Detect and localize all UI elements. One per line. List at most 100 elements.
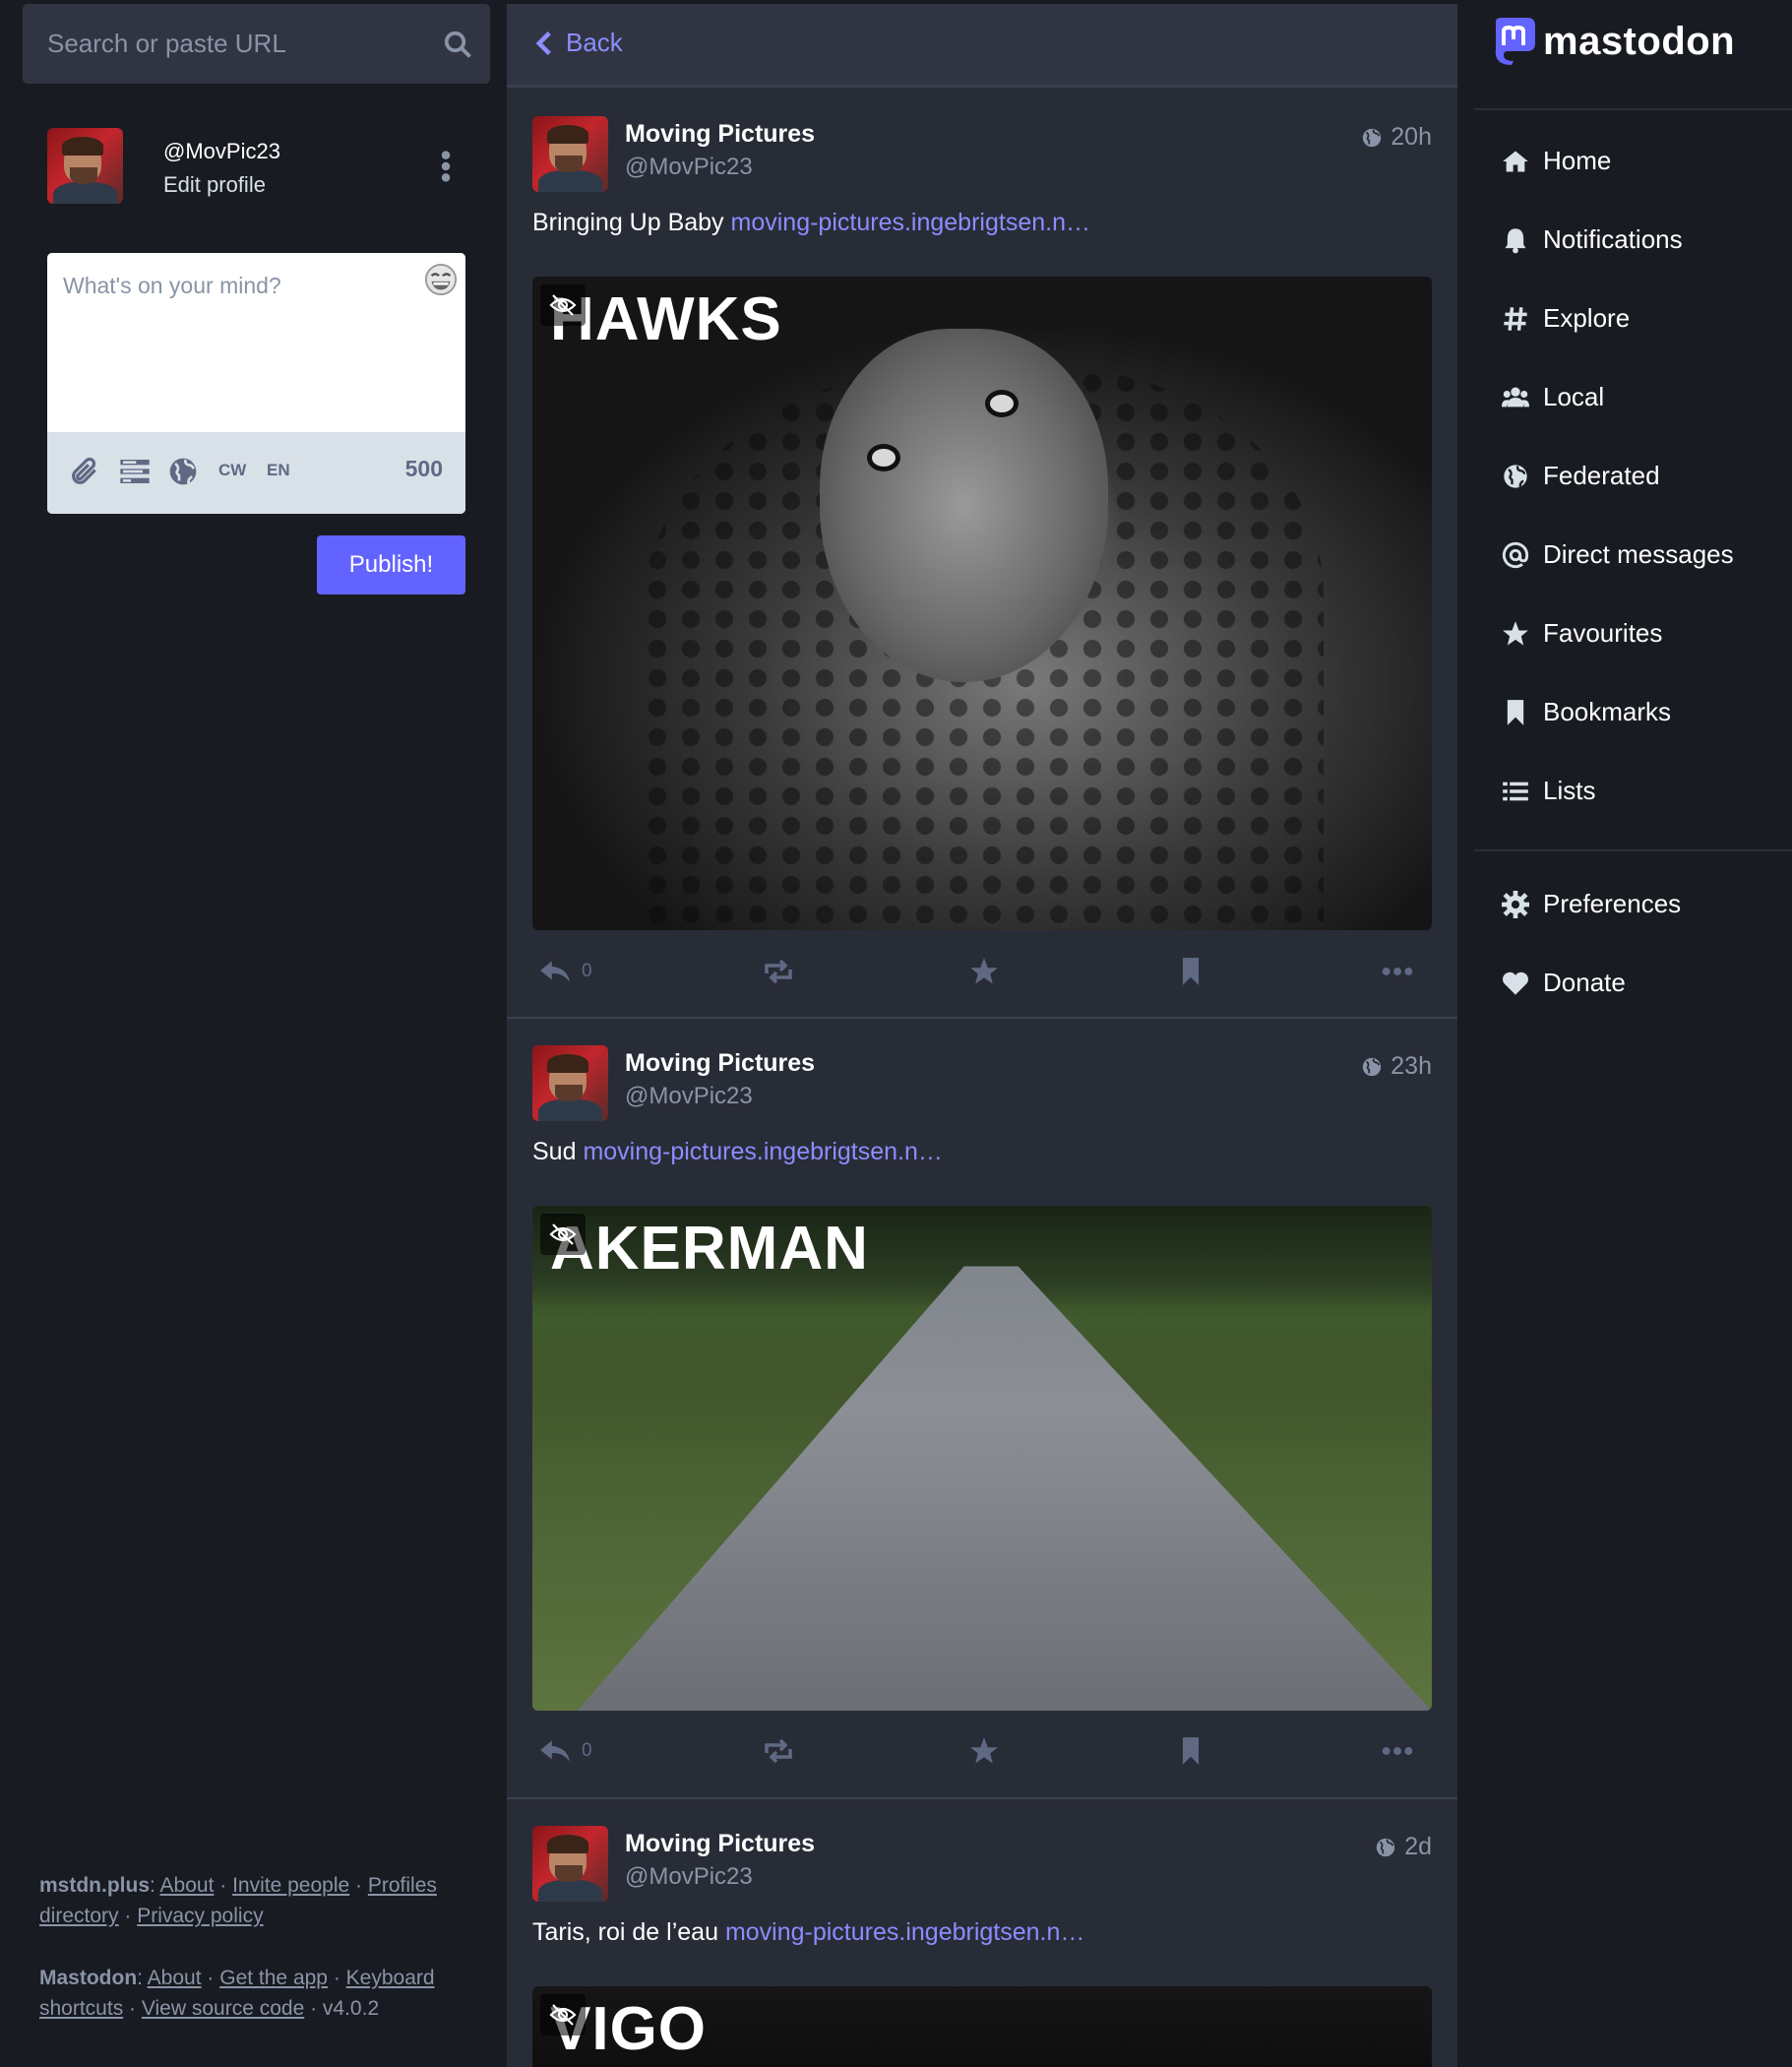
- status-link[interactable]: moving-pictures.ingebrigtsen.n…: [725, 1918, 1084, 1946]
- current-user: @MovPic23 Edit profile: [47, 128, 470, 207]
- hide-media-button[interactable]: [540, 1994, 586, 2036]
- more-button[interactable]: [1381, 952, 1414, 991]
- user-handle[interactable]: @MovPic23: [163, 139, 280, 164]
- get-the-app-link[interactable]: Get the app: [219, 1967, 328, 1989]
- compose-form: CW EN 500: [47, 253, 465, 514]
- nav-federated[interactable]: Federated: [1502, 461, 1660, 491]
- bell-icon: [1505, 227, 1526, 253]
- eye-slash-icon: [549, 2004, 577, 2026]
- image-detail: [867, 444, 900, 471]
- globe-icon: [1363, 128, 1382, 147]
- boost-button[interactable]: [762, 1731, 795, 1771]
- globe-icon[interactable]: [167, 456, 199, 487]
- mastodon-logo-icon: [1495, 18, 1535, 65]
- status-text: Sud: [532, 1138, 577, 1165]
- bookmark-button[interactable]: [1174, 1731, 1207, 1771]
- star-icon: [1503, 620, 1528, 646]
- avatar[interactable]: [532, 1045, 608, 1121]
- hide-media-button[interactable]: [540, 1214, 586, 1255]
- globe-icon: [1377, 1838, 1395, 1856]
- status-text: Bringing Up Baby: [532, 209, 724, 236]
- bookmark-button[interactable]: [1174, 952, 1207, 991]
- display-name[interactable]: Moving Pictures: [625, 1049, 815, 1078]
- nav-direct-messages[interactable]: Direct messages: [1502, 539, 1734, 570]
- favourite-button[interactable]: [967, 952, 1001, 991]
- language-selector[interactable]: EN: [267, 461, 290, 480]
- bookmark-icon: [1507, 699, 1524, 725]
- avatar[interactable]: [532, 116, 608, 192]
- nav-bookmarks[interactable]: Bookmarks: [1502, 697, 1671, 727]
- boost-button[interactable]: [762, 952, 795, 991]
- status-content: Sud moving-pictures.ingebrigtsen.n…: [532, 1138, 943, 1166]
- nav-favourites[interactable]: Favourites: [1502, 618, 1662, 649]
- publish-button[interactable]: Publish!: [317, 535, 465, 595]
- nav-label: Direct messages: [1543, 539, 1734, 569]
- search-icon[interactable]: [443, 30, 472, 59]
- status-post[interactable]: Moving Pictures @MovPic23 23h Sud moving…: [507, 1019, 1457, 1799]
- more-button[interactable]: [1381, 1731, 1414, 1771]
- divider: [1474, 108, 1792, 110]
- mastodon-logo[interactable]: mastodon: [1490, 16, 1735, 67]
- privacy-policy-link[interactable]: Privacy policy: [137, 1905, 263, 1927]
- time-label: 2d: [1404, 1833, 1432, 1860]
- search-input[interactable]: [23, 4, 436, 84]
- status-link[interactable]: moving-pictures.ingebrigtsen.n…: [583, 1138, 942, 1165]
- footer-links: mstdn.plus: About · Invite people · Prof…: [39, 1874, 437, 2020]
- account-handle[interactable]: @MovPic23: [625, 1863, 753, 1891]
- mastodon-about-link[interactable]: About: [148, 1967, 202, 1989]
- poll-icon[interactable]: [119, 456, 151, 487]
- status-post[interactable]: Moving Pictures @MovPic23 2d Taris, roi …: [507, 1799, 1457, 2067]
- chevron-left-icon: [536, 31, 551, 55]
- paperclip-icon[interactable]: [69, 456, 100, 487]
- nav-label: Preferences: [1543, 889, 1682, 918]
- reply-button[interactable]: 0: [538, 952, 592, 991]
- nav-preferences[interactable]: Preferences: [1502, 889, 1681, 919]
- display-name[interactable]: Moving Pictures: [625, 1830, 815, 1858]
- globe-icon: [1504, 464, 1527, 488]
- status-post[interactable]: Moving Pictures @MovPic23 20h Bringing U…: [507, 90, 1457, 1019]
- bookmark-icon: [1182, 1737, 1200, 1765]
- nav-lists[interactable]: Lists: [1502, 776, 1595, 806]
- edit-profile-link[interactable]: Edit profile: [163, 172, 266, 198]
- nav-notifications[interactable]: Notifications: [1502, 224, 1683, 255]
- timestamp[interactable]: 2d: [1375, 1833, 1432, 1861]
- retweet-icon: [765, 959, 792, 984]
- bookmark-icon: [1182, 958, 1200, 985]
- reply-button[interactable]: 0: [538, 1731, 592, 1771]
- account-handle[interactable]: @MovPic23: [625, 1083, 753, 1110]
- ellipsis-icon: [1382, 968, 1413, 975]
- compose-toolbar: CW EN 500: [47, 432, 465, 514]
- home-icon: [1503, 151, 1528, 171]
- view-source-link[interactable]: View source code: [142, 1997, 304, 2020]
- avatar[interactable]: [47, 128, 123, 204]
- display-name[interactable]: Moving Pictures: [625, 120, 815, 149]
- media-attachment[interactable]: HAWKS: [532, 277, 1432, 930]
- account-handle[interactable]: @MovPic23: [625, 154, 753, 181]
- timestamp[interactable]: 20h: [1361, 123, 1432, 152]
- status-content: Taris, roi de l’eau moving-pictures.inge…: [532, 1918, 1084, 1947]
- status-text: Taris, roi de l’eau: [532, 1918, 718, 1946]
- hide-media-button[interactable]: [540, 284, 586, 326]
- avatar[interactable]: [532, 1826, 608, 1902]
- more-vertical-icon[interactable]: [439, 150, 453, 183]
- server-about-link[interactable]: About: [160, 1874, 215, 1897]
- version-label: v4.0.2: [322, 1997, 380, 2020]
- nav-donate[interactable]: Donate: [1502, 968, 1626, 998]
- favourite-button[interactable]: [967, 1731, 1001, 1771]
- emoji-picker-icon[interactable]: [424, 263, 458, 296]
- media-attachment[interactable]: AKERMAN: [532, 1206, 1432, 1711]
- invite-people-link[interactable]: Invite people: [232, 1874, 349, 1897]
- timestamp[interactable]: 23h: [1361, 1052, 1432, 1081]
- time-label: 23h: [1390, 1052, 1432, 1080]
- nav-explore[interactable]: Explore: [1502, 303, 1630, 334]
- media-attachment[interactable]: VIGO: [532, 1986, 1432, 2067]
- back-button[interactable]: Back: [536, 28, 623, 58]
- content-warning-toggle[interactable]: CW: [218, 461, 246, 480]
- star-icon: [970, 1737, 998, 1764]
- users-icon: [1502, 387, 1529, 407]
- nav-local[interactable]: Local: [1502, 382, 1604, 412]
- nav-home[interactable]: Home: [1502, 146, 1611, 176]
- compose-textarea[interactable]: [47, 253, 465, 432]
- status-link[interactable]: moving-pictures.ingebrigtsen.n…: [731, 209, 1090, 236]
- globe-icon: [1363, 1057, 1382, 1076]
